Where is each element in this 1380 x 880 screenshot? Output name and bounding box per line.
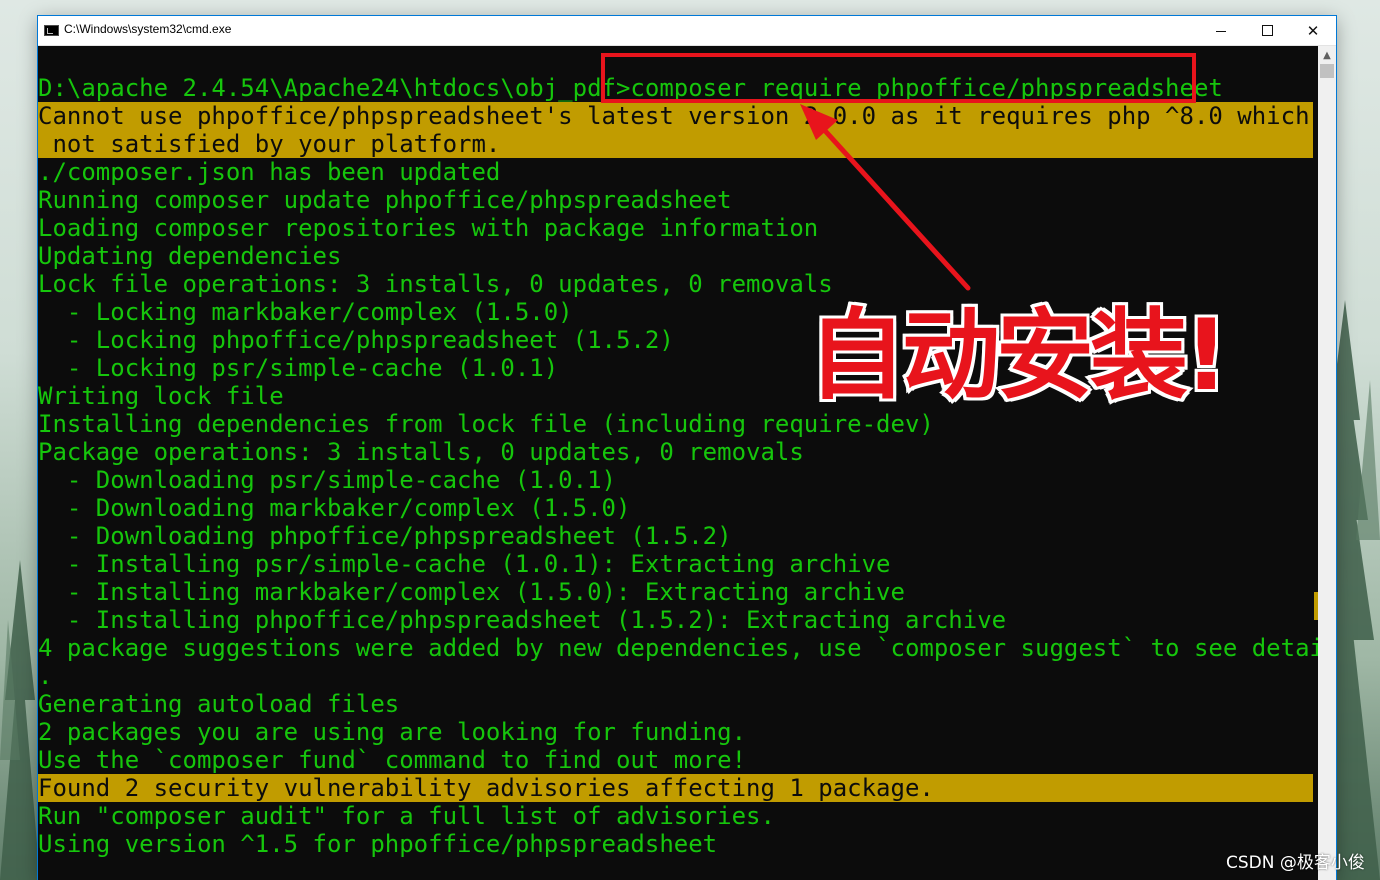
output-line: .	[38, 662, 53, 690]
maximize-button[interactable]	[1244, 16, 1290, 45]
output-line: Package operations: 3 installs, 0 update…	[38, 438, 804, 466]
warning-line: Cannot use phpoffice/phpspreadsheet's la…	[38, 102, 1318, 130]
warning-line: not satisfied by your platform.	[38, 130, 1313, 158]
output-line: Run "composer audit" for a full list of …	[38, 802, 775, 830]
scroll-up-arrow-icon[interactable]: ▲	[1318, 46, 1336, 64]
vertical-scrollbar[interactable]: ▲	[1314, 46, 1336, 880]
output-line: Use the `composer fund` command to find …	[38, 746, 747, 774]
output-line: Running composer update phpoffice/phpspr…	[38, 186, 732, 214]
close-icon: ✕	[1306, 21, 1320, 40]
window-title: C:\Windows\system32\cmd.exe	[64, 22, 232, 36]
prompt-path: D:\apache 2.4.54\Apache24\htdocs\obj_pdf…	[38, 74, 631, 102]
output-line: Lock file operations: 3 installs, 0 upda…	[38, 270, 833, 298]
security-advisory-line: Found 2 security vulnerability advisorie…	[38, 774, 1313, 802]
output-line: - Downloading psr/simple-cache (1.0.1)	[38, 466, 616, 494]
cmd-window[interactable]: C:\Windows\system32\cmd.exe ✕ D:\apache …	[38, 16, 1336, 880]
output-line: 2 packages you are using are looking for…	[38, 718, 747, 746]
output-line: Updating dependencies	[38, 242, 342, 270]
minimize-icon	[1216, 31, 1226, 32]
close-button[interactable]: ✕	[1290, 16, 1336, 45]
csdn-watermark: CSDN @极客小俊	[1226, 853, 1365, 873]
search-match-marker	[1314, 592, 1318, 620]
cmd-app-icon	[44, 25, 59, 36]
output-line: Using version ^1.5 for phpoffice/phpspre…	[38, 830, 718, 858]
command-highlight-box	[601, 53, 1196, 103]
maximize-icon	[1261, 25, 1273, 36]
output-line: - Downloading markbaker/complex (1.5.0)	[38, 494, 631, 522]
output-line: - Installing psr/simple-cache (1.0.1): E…	[38, 550, 891, 578]
output-line: - Installing markbaker/complex (1.5.0): …	[38, 578, 905, 606]
scrollbar-thumb[interactable]	[1320, 64, 1334, 78]
title-bar[interactable]: C:\Windows\system32\cmd.exe ✕	[38, 16, 1336, 46]
console-output[interactable]: D:\apache 2.4.54\Apache24\htdocs\obj_pdf…	[38, 46, 1318, 880]
output-line: - Downloading phpoffice/phpspreadsheet (…	[38, 522, 732, 550]
output-line: ./composer.json has been updated	[38, 158, 501, 186]
auto-install-callout: 自动安装!	[805, 296, 1232, 416]
output-line: 4 package suggestions were added by new …	[38, 634, 1318, 662]
minimize-button[interactable]	[1198, 16, 1244, 45]
output-line: Loading composer repositories with packa…	[38, 214, 819, 242]
output-line: - Installing phpoffice/phpspreadsheet (1…	[38, 606, 1007, 634]
output-line: Generating autoload files	[38, 690, 400, 718]
